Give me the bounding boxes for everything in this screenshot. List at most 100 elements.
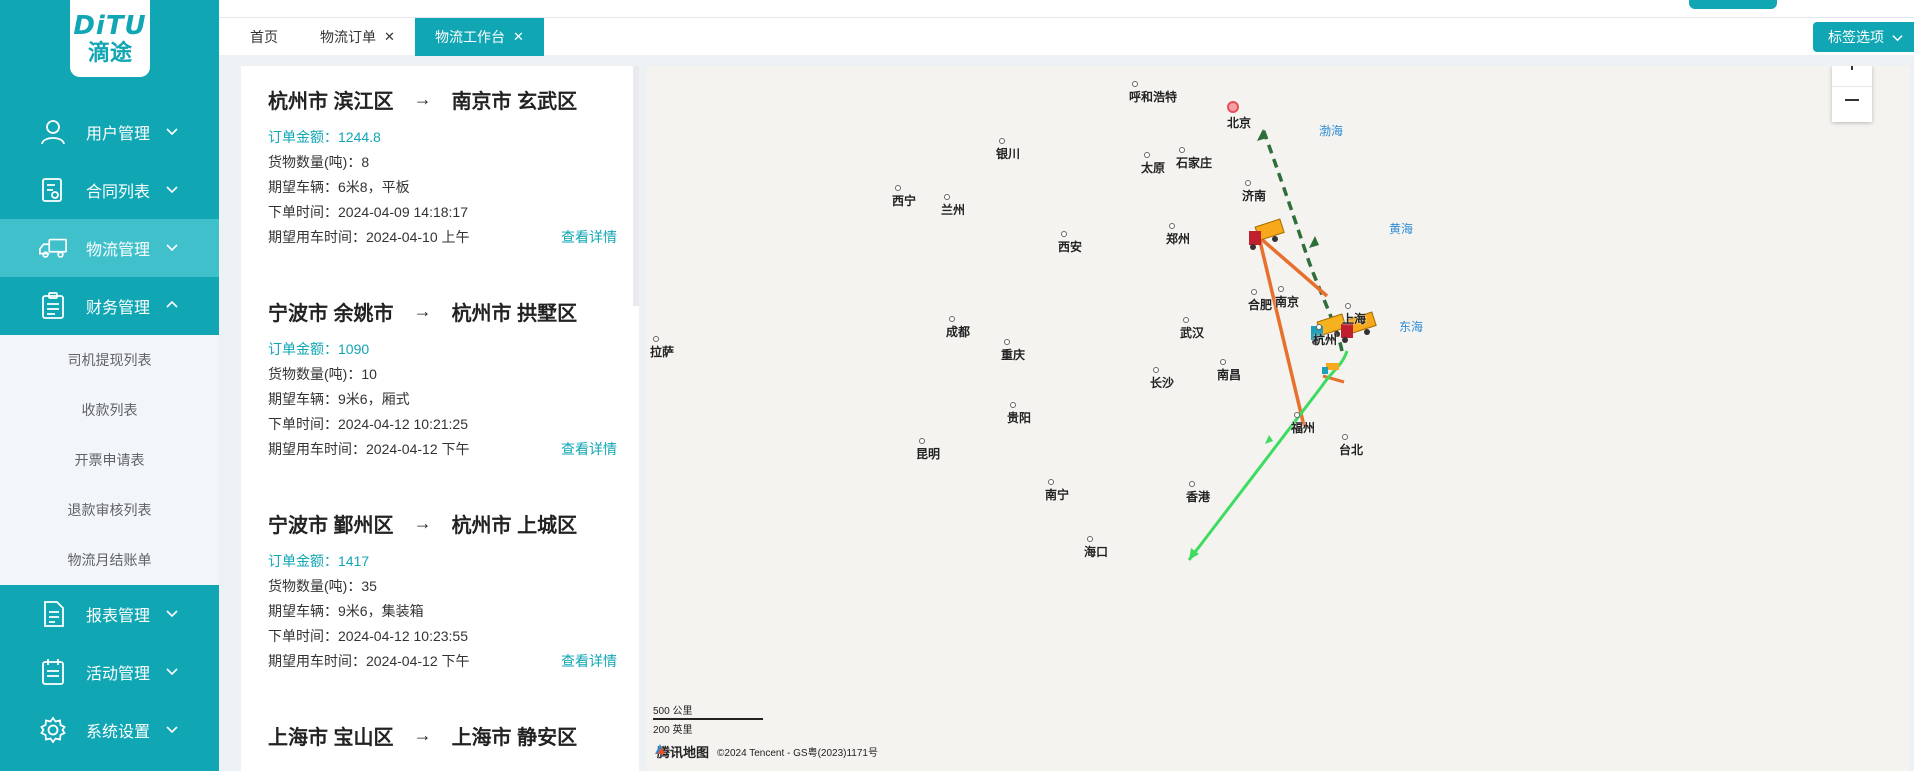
- city-label: 台北: [1339, 443, 1364, 457]
- tab-bar: 首页 物流订单 ✕ 物流工作台 ✕: [219, 17, 1914, 56]
- city-label: 拉萨: [650, 345, 675, 359]
- menu-item-finance[interactable]: 财务管理: [0, 277, 219, 335]
- city-dot: [1169, 223, 1175, 229]
- menu-item-activity[interactable]: 活动管理: [0, 643, 219, 701]
- menu-label: 系统设置: [86, 724, 151, 741]
- city-label: 太原: [1141, 161, 1166, 175]
- menu-item-user[interactable]: 用户管理: [0, 103, 219, 161]
- menu-label: 财务管理: [86, 300, 151, 317]
- tencent-map-logo-icon: [655, 744, 665, 754]
- city-dot: [999, 138, 1005, 144]
- city-label: 香港: [1186, 490, 1211, 504]
- city-label: 兰州: [941, 203, 966, 217]
- city-label: 福州: [1291, 421, 1316, 435]
- route-to: 上海市 静安区: [451, 726, 578, 749]
- city-label: 石家庄: [1176, 156, 1213, 170]
- city-dot: [1251, 289, 1257, 295]
- report-icon: [38, 599, 68, 629]
- route-to: 杭州市 拱墅区: [451, 302, 578, 325]
- tab-home[interactable]: 首页: [250, 18, 278, 56]
- sea-label: 黄海: [1389, 222, 1414, 236]
- route-from: 上海市 宝山区: [268, 726, 394, 749]
- tag-options-button[interactable]: 标签选项: [1813, 22, 1914, 52]
- route-from: 宁波市 余姚市: [268, 302, 394, 325]
- finance-submenu: 司机提现列表 收款列表 开票申请表 退款审核列表 物流月结账单: [0, 335, 219, 585]
- route-to: 南京市 玄武区: [451, 90, 578, 113]
- arrow-right-icon: →: [413, 88, 432, 109]
- close-icon[interactable]: ✕: [513, 29, 524, 45]
- chevron-down-icon: [166, 128, 178, 136]
- activity-icon: [38, 657, 68, 687]
- city-label: 济南: [1242, 189, 1267, 203]
- city-dot: [944, 194, 950, 200]
- close-icon[interactable]: ✕: [384, 29, 395, 45]
- sea-label: 渤海: [1319, 124, 1344, 138]
- logo[interactable]: DiTU 滴途: [70, 0, 150, 77]
- city-label: 贵阳: [1007, 411, 1032, 425]
- truck-icon: [38, 233, 68, 263]
- chevron-down-icon: [1892, 34, 1903, 41]
- chevron-down-icon: [166, 610, 178, 618]
- order-vehicle: 期望车辆：9米6，厢式: [268, 390, 410, 407]
- submenu-item[interactable]: 开票申请表: [0, 435, 219, 485]
- view-details-link[interactable]: 查看详情: [561, 436, 617, 461]
- order-quantity: 货物数量(吨)：10: [268, 365, 377, 382]
- main-menu: 用户管理 合同列表 物流管理 财务管理 司机提现列表 收款列表 开票申请表 退款…: [0, 103, 219, 759]
- menu-item-settings[interactable]: 系统设置: [0, 701, 219, 759]
- city-dot: [949, 316, 955, 322]
- map-copyright: ©2024 Tencent - GS粤(2023)1171号: [717, 748, 878, 759]
- order-amount: 订单金额：1244.8: [268, 128, 381, 145]
- city-label: 南宁: [1045, 488, 1070, 502]
- sea-label: 东海: [1399, 320, 1424, 334]
- header-button[interactable]: [1689, 0, 1777, 9]
- arrow-right-icon: →: [413, 724, 432, 745]
- tab-logistics-workbench[interactable]: 物流工作台 ✕: [415, 18, 544, 56]
- city-dot: [1144, 152, 1150, 158]
- order-amount: 订单金额：1417: [268, 552, 370, 569]
- city-label: 长沙: [1150, 376, 1175, 390]
- scrollbar[interactable]: [633, 66, 639, 306]
- submenu-item[interactable]: 退款审核列表: [0, 485, 219, 535]
- city-label: 郑州: [1166, 232, 1191, 246]
- map-view[interactable]: 呼和浩特 北京 银川 太原 石家庄 西宁 兰州 济南 郑州 西安 合肥 南京 上海 成都 武汉 杭州 拉萨 重庆南…: [647, 66, 1909, 771]
- view-details-link[interactable]: 查看详情: [561, 224, 617, 249]
- route-from: 杭州市 滨江区: [268, 90, 394, 113]
- city-label: 合肥: [1248, 298, 1273, 312]
- menu-label: 报表管理: [86, 608, 151, 625]
- city-label: 杭州: [1313, 333, 1338, 347]
- menu-item-contract[interactable]: 合同列表: [0, 161, 219, 219]
- zoom-in-icon[interactable]: [1851, 66, 1853, 70]
- clipboard-icon: [38, 291, 68, 321]
- city-dot: [1004, 339, 1010, 345]
- order-vehicle: 期望车辆：6米8，平板: [268, 178, 410, 195]
- submenu-item[interactable]: 物流月结账单: [0, 535, 219, 585]
- city-dot: [1189, 481, 1195, 487]
- city-dot: [1153, 367, 1159, 373]
- order-card[interactable]: 上海市 宝山区 → 上海市 静安区: [268, 720, 617, 750]
- submenu-item[interactable]: 司机提现列表: [0, 335, 219, 385]
- city-dot: [1245, 180, 1251, 186]
- menu-label: 物流管理: [86, 242, 151, 259]
- city-dot: [1316, 324, 1322, 330]
- tab-logistics-orders[interactable]: 物流订单 ✕: [320, 18, 395, 56]
- route-green-arrow: [1265, 435, 1273, 444]
- menu-item-logistics[interactable]: 物流管理: [0, 219, 219, 277]
- order-card[interactable]: 杭州市 滨江区 → 南京市 玄武区 订单金额：1244.8 货物数量(吨)：8 期望…: [268, 84, 617, 249]
- route-orange: [1257, 236, 1306, 427]
- submenu-item[interactable]: 收款列表: [0, 385, 219, 435]
- menu-item-reports[interactable]: 报表管理: [0, 585, 219, 643]
- city-dot: [1061, 231, 1067, 237]
- gear-icon: [38, 715, 68, 745]
- top-header: [219, 0, 1914, 17]
- order-quantity: 货物数量(吨)：35: [268, 577, 377, 594]
- zoom-out-icon[interactable]: [1845, 99, 1859, 101]
- order-card[interactable]: 宁波市 鄞州区 → 杭州市 上城区 订单金额：1417 货物数量(吨)：35 期望车…: [268, 508, 617, 673]
- zoom-control: [1832, 66, 1872, 122]
- chevron-down-icon: [166, 726, 178, 734]
- view-details-link[interactable]: 查看详情: [561, 648, 617, 673]
- city-label: 南昌: [1217, 368, 1242, 382]
- order-time: 下单时间：2024-04-12 10:21:25: [268, 415, 468, 432]
- order-card[interactable]: 宁波市 余姚市 → 杭州市 拱墅区 订单金额：1090 货物数量(吨)：10 期望车…: [268, 296, 617, 461]
- city-dot: [1087, 536, 1093, 542]
- city-label: 海口: [1084, 545, 1109, 559]
